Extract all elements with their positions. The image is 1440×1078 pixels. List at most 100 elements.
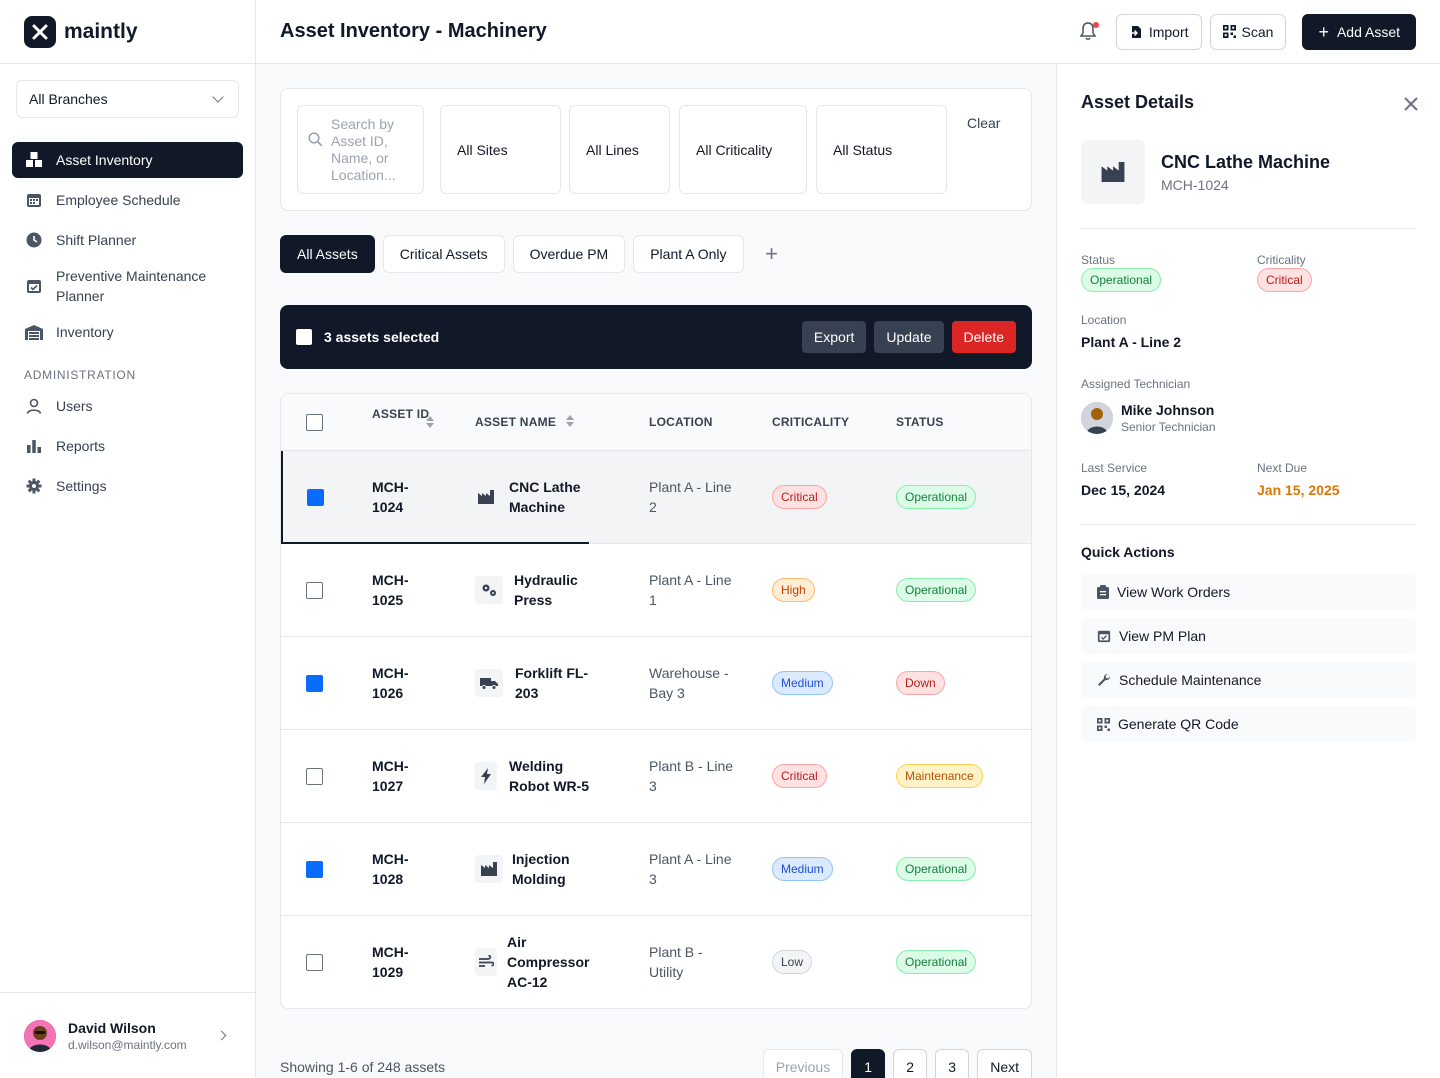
asset-name[interactable]: Air Compressor AC-12 [507, 932, 597, 992]
page-button[interactable]: 2 [893, 1049, 928, 1078]
qr-icon [1222, 25, 1236, 38]
table-row[interactable]: MCH-1024 CNC Lathe Machine Plant A - Lin… [281, 451, 1031, 544]
column-status: STATUS [896, 415, 944, 429]
table-row[interactable]: MCH-1027 Welding Robot WR-5 Plant B - Li… [281, 730, 1031, 823]
tab-plant-a-only[interactable]: Plant A Only [633, 235, 744, 273]
schedule-maintenance-button[interactable]: Schedule Maintenance [1081, 662, 1416, 698]
location-label: Location [1081, 313, 1127, 327]
sidebar-item-employee-schedule[interactable]: Employee Schedule [12, 182, 243, 218]
search-input[interactable]: Search by Asset ID, Name, or Location... [297, 105, 424, 194]
top-header: Asset Inventory - Machinery Import Scan … [256, 0, 1440, 64]
criticality-filter-value: All Criticality [696, 141, 773, 158]
bell-icon[interactable] [1078, 21, 1100, 43]
action-label: Schedule Maintenance [1119, 672, 1262, 688]
next-page-button[interactable]: Next [977, 1049, 1032, 1078]
sort-icon [565, 415, 574, 430]
asset-name[interactable]: CNC Lathe Machine [509, 477, 619, 517]
app-name: maintly [64, 19, 138, 43]
sidebar-item-shift-planner[interactable]: Shift Planner [12, 222, 243, 258]
site-filter[interactable]: All Sites [440, 105, 561, 194]
page-button[interactable]: 1 [851, 1049, 886, 1078]
page-button[interactable]: 3 [935, 1049, 970, 1078]
view-work-orders-button[interactable]: View Work Orders [1081, 574, 1416, 610]
table-row[interactable]: MCH-1025 Hydraulic Press Plant A - Line … [281, 544, 1031, 637]
pagination: Previous 1 2 3 Next [755, 1049, 1032, 1078]
add-view-icon[interactable]: + [760, 241, 784, 266]
row-checkbox[interactable] [306, 768, 323, 785]
asset-name[interactable]: Welding Robot WR-5 [509, 756, 599, 796]
sidebar-item-settings[interactable]: Settings [12, 468, 243, 504]
row-checkbox[interactable] [307, 489, 324, 506]
asset-name[interactable]: Injection Molding [512, 849, 592, 889]
previous-page-button[interactable]: Previous [762, 1049, 844, 1078]
next-due-value: Jan 15, 2025 [1257, 482, 1340, 498]
status-badge: Operational [896, 485, 977, 509]
row-checkbox[interactable] [306, 675, 323, 692]
asset-name[interactable]: Forklift FL-203 [515, 663, 595, 703]
wrench-icon [1097, 673, 1111, 687]
column-asset-id[interactable]: ASSET ID [372, 407, 434, 428]
tab-critical-assets[interactable]: Critical Assets [382, 235, 505, 273]
sidebar-item-reports[interactable]: Reports [12, 428, 243, 464]
divider [1081, 228, 1416, 229]
sidebar-item-users[interactable]: Users [12, 388, 243, 424]
criticality-badge: Critical [772, 485, 827, 509]
add-asset-label: Add Asset [1336, 23, 1400, 40]
import-button[interactable]: Import [1115, 13, 1202, 50]
generate-qr-code-button[interactable]: Generate QR Code [1081, 706, 1416, 742]
criticality-badge: Medium [772, 671, 833, 695]
asset-id: MCH-1026 [372, 665, 409, 701]
delete-button[interactable]: Delete [951, 321, 1016, 353]
view-pm-plan-button[interactable]: View PM Plan [1081, 618, 1416, 654]
export-button[interactable]: Export [801, 321, 867, 353]
select-all-checkbox[interactable] [306, 414, 323, 431]
sidebar-item-asset-inventory[interactable]: Asset Inventory [12, 142, 243, 178]
row-checkbox[interactable] [306, 954, 323, 971]
line-filter[interactable]: All Lines [569, 105, 670, 194]
sidebar-item-preventive-maintenance-planner[interactable]: Preventive Maintenance Planner [12, 262, 243, 310]
row-checkbox[interactable] [306, 861, 323, 878]
detail-title: Asset Details [1081, 92, 1195, 112]
calendar-icon [24, 190, 44, 210]
last-service-label: Last Service [1081, 461, 1148, 475]
add-asset-button[interactable]: + Add Asset [1302, 13, 1416, 50]
branch-select[interactable]: All Branches [16, 80, 239, 118]
wind-icon [475, 948, 497, 976]
status-badge: Operational [896, 950, 977, 974]
status-badge: Down [896, 671, 945, 695]
status-filter[interactable]: All Status [816, 105, 947, 194]
table-row[interactable]: MCH-1028 Injection Molding Plant A - Lin… [281, 823, 1031, 916]
chevron-down-icon [212, 91, 224, 103]
clear-filters-button[interactable]: Clear [967, 115, 1000, 131]
user-profile[interactable]: David Wilson d.wilson@maintly.com [0, 992, 255, 1078]
criticality-label: Criticality [1257, 253, 1306, 267]
column-asset-name[interactable]: ASSET NAME [475, 415, 574, 430]
factory-icon [1081, 140, 1145, 204]
branch-select-value: All Branches [29, 91, 108, 107]
table-row[interactable]: MCH-1026 Forklift FL-203 Warehouse - Bay… [281, 637, 1031, 730]
bulk-select-checkbox[interactable] [296, 329, 312, 345]
asset-name[interactable]: Hydraulic Press [514, 570, 604, 610]
criticality-badge: Medium [772, 857, 833, 881]
table-row[interactable]: MCH-1029 Air Compressor AC-12 Plant B - … [281, 916, 1031, 1008]
criticality-filter[interactable]: All Criticality [679, 105, 807, 194]
sidebar-item-inventory[interactable]: Inventory [12, 314, 243, 350]
assigned-technician[interactable]: Mike Johnson Senior Technician [1081, 402, 1216, 434]
close-icon[interactable] [1404, 94, 1418, 117]
sidebar-item-label: Reports [56, 438, 106, 454]
selection-count: 3 assets selected [324, 329, 440, 345]
scan-button[interactable]: Scan [1209, 13, 1287, 50]
logo[interactable]: maintly [0, 0, 255, 64]
column-label: ASSET NAME [475, 415, 557, 429]
sidebar-item-label: Preventive Maintenance Planner [56, 268, 207, 304]
avatar [1081, 402, 1113, 434]
warehouse-icon [24, 322, 44, 342]
tab-overdue-pm[interactable]: Overdue PM [512, 235, 626, 273]
site-filter-value: All Sites [457, 141, 508, 158]
action-label: View Work Orders [1117, 584, 1231, 600]
detail-asset-name: CNC Lathe Machine [1161, 151, 1331, 172]
row-checkbox[interactable] [306, 582, 323, 599]
update-button[interactable]: Update [874, 321, 944, 353]
status-label: Status [1081, 253, 1116, 267]
tab-all-assets[interactable]: All Assets [280, 235, 375, 273]
